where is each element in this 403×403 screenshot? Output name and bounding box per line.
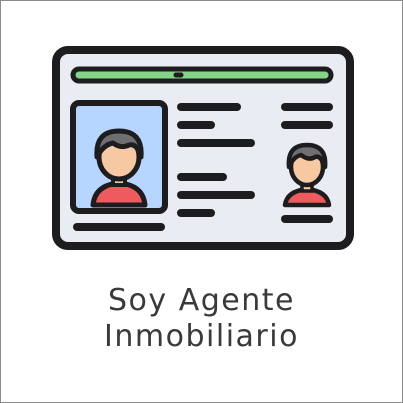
tile-label: Soy Agente Inmobiliario [1,283,402,355]
tile-label-line-1: Soy Agente [108,283,295,318]
tile-label-line-2: Inmobiliario [104,319,299,354]
id-card-icon [52,46,354,250]
agent-option-tile[interactable]: Soy Agente Inmobiliario [0,0,403,403]
